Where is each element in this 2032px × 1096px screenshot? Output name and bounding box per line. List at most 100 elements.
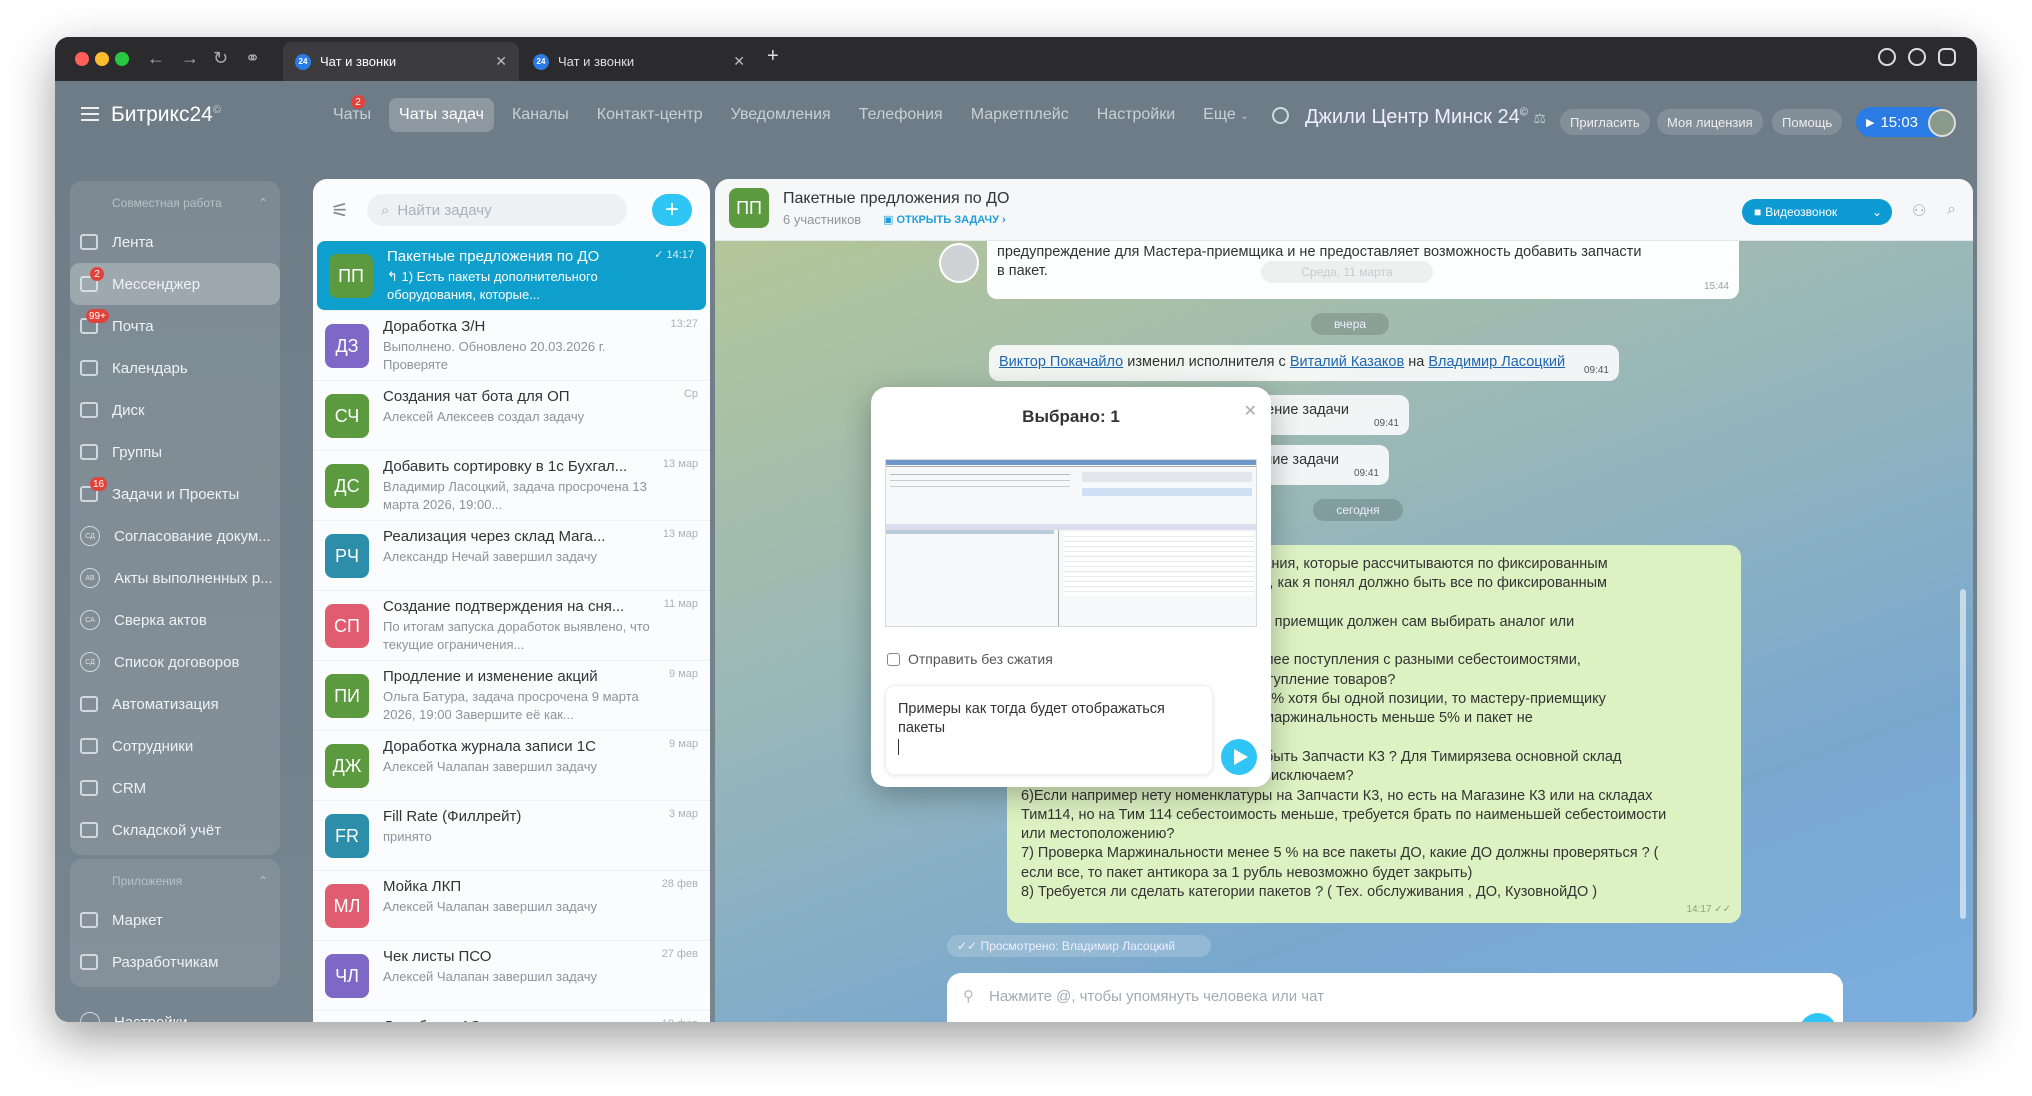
camera-icon: ■ [1754, 205, 1762, 219]
dialog-send-button[interactable] [1221, 739, 1257, 775]
nav-contact-center[interactable]: Контакт-центр [587, 98, 713, 132]
sidebar-item-contracts[interactable]: СД Список договоров [70, 641, 280, 683]
chat-list-item[interactable]: ПИ Продление и изменение акций Ольга Батур… [313, 661, 710, 731]
sidebar-item-groups[interactable]: Группы [70, 431, 280, 473]
chat-list-item[interactable]: ПП Пакетные предложения по ДО ↰ 1) Есть па… [317, 241, 706, 311]
message-line: если все, то пакет антикора за 1 рубль н… [1021, 864, 1473, 881]
link-icon[interactable]: ⚭ [245, 48, 260, 69]
chats-badge: 2 [351, 95, 365, 109]
no-compress-option[interactable]: Отправить без сжатия [887, 651, 1053, 667]
sidebar-item-label: Почта [112, 317, 154, 335]
paperclip-icon[interactable]: ⚲ [963, 987, 974, 1005]
chat-list-item[interactable]: МЛ Мойка ЛКП Алексей Чалапан завершил зада… [313, 871, 710, 941]
close-tab-icon[interactable]: ✕ [733, 53, 745, 70]
message-input[interactable]: ⚲ Нажмите @, чтобы упомянуть человека ил… [947, 973, 1843, 1022]
forward-icon[interactable]: → [181, 48, 199, 69]
sidebar-item-crm[interactable]: CRM [70, 767, 280, 809]
chat-list-item[interactable]: СЧ Создания чат бота для ОП Алексей Алексе… [313, 381, 710, 451]
nav-marketplace[interactable]: Маркетплейс [961, 98, 1079, 132]
scrollbar[interactable] [1960, 589, 1966, 919]
add-task-button[interactable]: + [652, 194, 692, 226]
chat-list-item[interactable]: Д1Доработка 1САлександр Шнаревич выполни… [313, 1011, 710, 1022]
invite-button[interactable]: Пригласить [1560, 109, 1650, 135]
maximize-window-dot[interactable] [115, 52, 129, 66]
chat-list-item[interactable]: FR Fill Rate (Филлрейт) принято 3 мар [313, 801, 710, 871]
browser-tab[interactable]: 24 Чат и звонки ✕ [283, 42, 519, 81]
sidebar-item-calendar[interactable]: Календарь [70, 347, 280, 389]
chat-title[interactable]: Пакетные предложения по ДО [783, 190, 1009, 208]
chat-list-item[interactable]: ДЖ Доработка журнала записи 1С Алексей Чал… [313, 731, 710, 801]
download-icon[interactable] [1878, 48, 1896, 66]
browser-tab[interactable]: 24 Чат и звонки ✕ [521, 42, 757, 81]
nav-more[interactable]: Еще ⌄ [1193, 98, 1258, 132]
search-icon[interactable] [1272, 107, 1289, 124]
nav-channels[interactable]: Каналы [502, 98, 579, 132]
chat-item-title: Создания чат бота для ОП [383, 388, 570, 405]
chat-item-body: Продление и изменение акций Ольга Батура,… [383, 668, 673, 730]
filter-icon[interactable]: ⚟ [331, 198, 349, 223]
history-icon[interactable] [1908, 48, 1926, 66]
sidebar-item-market[interactable]: Маркет [70, 899, 280, 941]
open-task-link[interactable]: ▣ ОТКРЫТЬ ЗАДАЧУ › [883, 213, 1006, 226]
sidebar-item-automation[interactable]: Автоматизация [70, 683, 280, 725]
chat-members[interactable]: 6 участников [783, 212, 861, 227]
nav-telephony[interactable]: Телефония [849, 98, 953, 132]
back-icon[interactable]: ← [147, 48, 165, 69]
sidebar-item-doc-approval[interactable]: СД Согласование докум... [70, 515, 280, 557]
close-tab-icon[interactable]: ✕ [495, 53, 507, 70]
add-user-icon[interactable]: ⚇ [1912, 201, 1926, 221]
chat-item-title: Доработка журнала записи 1С [383, 738, 596, 755]
sidebar-item-feed[interactable]: Лента [70, 221, 280, 263]
checkbox[interactable] [887, 652, 900, 666]
sidebar-item-disk[interactable]: Диск [70, 389, 280, 431]
close-window-dot[interactable] [75, 52, 89, 66]
cloud-icon[interactable] [1938, 48, 1956, 66]
new-tab-button[interactable]: + [767, 45, 779, 68]
close-icon[interactable]: ✕ [1244, 401, 1257, 421]
nav-notifications[interactable]: Уведомления [721, 98, 841, 132]
sidebar-group-title[interactable]: Совместная работа ⌃ [70, 185, 280, 221]
sidebar-item-reconciliation[interactable]: СА Сверка актов [70, 599, 280, 641]
nav-settings[interactable]: Настройки [1087, 98, 1185, 132]
chat-item-title: Пакетные предложения по ДО [387, 248, 600, 265]
sidebar-item-settings[interactable]: Настройки [70, 1001, 280, 1022]
nav-task-chats[interactable]: Чаты задач [389, 98, 494, 132]
chat-avatar[interactable]: ПП [729, 188, 769, 228]
sender-avatar[interactable] [939, 243, 979, 283]
chat-list-item[interactable]: РЧ Реализация через склад Мага... Александ… [313, 521, 710, 591]
sidebar-item-mail[interactable]: 99+ Почта [70, 305, 280, 347]
search-input[interactable]: ⌕ Найти задачу [366, 194, 627, 226]
sidebar-item-label: Мессенджер [112, 275, 201, 293]
search-icon[interactable]: ⌕ [1947, 201, 1956, 219]
chat-list-item[interactable]: ДС Добавить сортировку в 1с Бухгал... Влад… [313, 451, 710, 521]
license-button[interactable]: Моя лицензия [1657, 109, 1763, 135]
sidebar-item-developers[interactable]: Разработчикам [70, 941, 280, 983]
sidebar-item-messenger[interactable]: 2 Мессенджер [70, 263, 280, 305]
send-button[interactable] [1799, 1013, 1837, 1022]
sidebar-group-title[interactable]: Приложения ⌃ [70, 863, 280, 899]
nav-chats[interactable]: Чаты 2 [323, 95, 381, 132]
user-link[interactable]: Владимир Ласоцкий [1428, 354, 1565, 370]
preview-divider [886, 466, 1256, 467]
chat-list-item[interactable]: ЧЛ Чек листы ПСО Алексей Чалапан завершил … [313, 941, 710, 1011]
user-link[interactable]: Виталий Казаков [1290, 354, 1404, 370]
sidebar-item-acts[interactable]: АВ Акты выполненных р... [70, 557, 280, 599]
help-button[interactable]: Помощь [1772, 109, 1843, 135]
caption-input[interactable]: Примеры как тогда будет отображаться пак… [885, 685, 1213, 775]
chat-avatar: ЧЛ [325, 954, 369, 998]
chevron-down-icon: ⌄ [1871, 205, 1882, 219]
chat-list-item[interactable]: СП Создание подтверждения на сня... По ито… [313, 591, 710, 661]
menu-icon[interactable] [81, 107, 99, 121]
image-preview[interactable] [885, 459, 1257, 627]
sidebar-item-employees[interactable]: Сотрудники [70, 725, 280, 767]
user-link[interactable]: Виктор Покачайло [999, 354, 1123, 370]
sidebar-item-warehouse[interactable]: Складской учёт [70, 809, 280, 851]
chat-list-item[interactable]: ДЗ Доработка З/Н Выполнено. Обновлено 20.0… [313, 311, 710, 381]
sidebar-item-tasks[interactable]: 16 Задачи и Проекты [70, 473, 280, 515]
reload-icon[interactable]: ↻ [213, 48, 228, 69]
video-call-button[interactable]: ■ Видеозвонок ⌄ [1742, 199, 1892, 225]
minimize-window-dot[interactable] [95, 52, 109, 66]
portal-title[interactable]: Джили Центр Минск 24© ⚖ [1305, 106, 1546, 129]
user-avatar[interactable] [1928, 109, 1956, 137]
app-logo[interactable]: Битрикс24© [111, 103, 221, 127]
